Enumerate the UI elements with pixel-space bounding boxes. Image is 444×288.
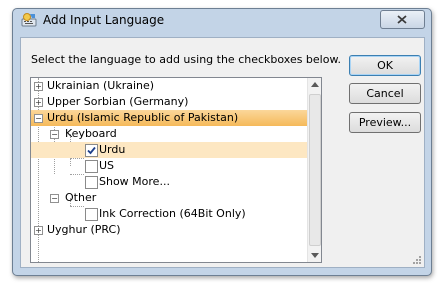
dialog-client-area: Select the language to add using the che… [20, 37, 425, 268]
language-tree[interactable]: + Ukrainian (Ukraine) + Upper Sorbian (G… [30, 77, 322, 263]
tree-item-uyghur[interactable]: + Uyghur (PRC) [31, 222, 307, 238]
instruction-text: Select the language to add using the che… [31, 53, 341, 66]
ink-correction-checkbox[interactable] [85, 208, 98, 221]
tree-item-urdu-pakistan[interactable]: − Urdu (Islamic Republic of Pakistan) [31, 110, 307, 126]
tree-item-us-keyboard[interactable]: US [31, 158, 307, 174]
ok-button[interactable]: OK [349, 55, 421, 76]
urdu-checkbox[interactable] [85, 144, 98, 157]
scroll-thumb[interactable] [309, 94, 321, 246]
resize-grip-icon[interactable] [412, 255, 422, 265]
add-input-language-dialog: Add Input Language Select the language t… [12, 8, 432, 276]
checkmark-icon [87, 146, 96, 155]
expand-icon[interactable]: + [34, 98, 43, 107]
window-title: Add Input Language [43, 13, 165, 27]
tree-item-ink-correction[interactable]: Ink Correction (64Bit Only) [31, 206, 307, 222]
preview-button[interactable]: Preview... [349, 112, 421, 133]
expand-icon[interactable]: + [34, 82, 43, 91]
cancel-button[interactable]: Cancel [349, 83, 421, 104]
collapse-icon[interactable]: − [50, 130, 59, 139]
tree-item-other[interactable]: − Other [31, 190, 307, 206]
close-icon [397, 15, 407, 24]
vertical-scrollbar[interactable] [307, 78, 321, 262]
close-button[interactable] [380, 10, 425, 29]
scroll-up-icon[interactable] [311, 82, 319, 87]
tree-item-upper-sorbian[interactable]: + Upper Sorbian (Germany) [31, 94, 307, 110]
tree-item-urdu-keyboard[interactable]: Urdu [31, 142, 307, 158]
expand-icon[interactable]: + [34, 226, 43, 235]
collapse-icon[interactable]: − [34, 114, 43, 123]
keyboard-language-icon [21, 13, 37, 27]
scroll-down-icon[interactable] [311, 253, 319, 258]
show-more-checkbox[interactable] [85, 176, 98, 189]
title-bar: Add Input Language [13, 9, 431, 31]
collapse-icon[interactable]: − [50, 194, 59, 203]
tree-item-ukrainian[interactable]: + Ukrainian (Ukraine) [31, 78, 307, 94]
us-checkbox[interactable] [85, 160, 98, 173]
tree-item-show-more[interactable]: Show More... [31, 174, 307, 190]
tree-item-keyboard[interactable]: − Keyboard [31, 126, 307, 142]
